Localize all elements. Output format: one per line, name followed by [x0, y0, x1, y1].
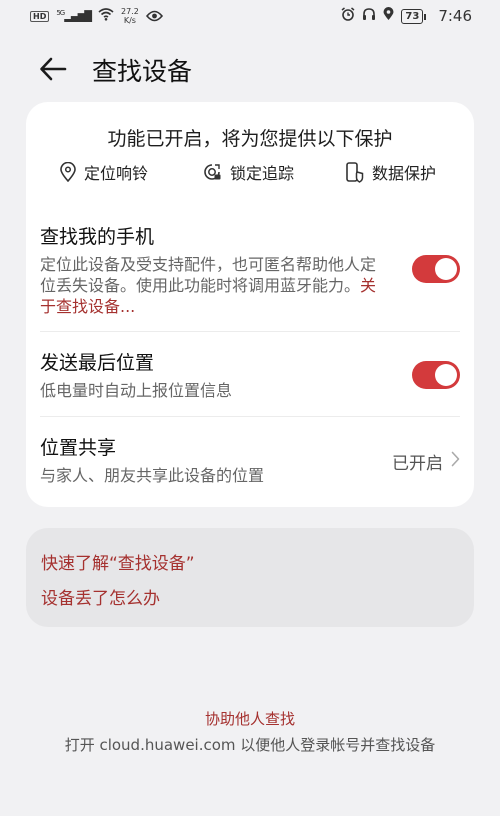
hd-icon: HD [30, 10, 50, 22]
location-share-row[interactable]: 位置共享 与家人、朋友共享此设备的位置 已开启 [40, 433, 460, 489]
location-share-title: 位置共享 [40, 437, 117, 459]
location-share-desc: 与家人、朋友共享此设备的位置 [40, 466, 265, 485]
feature-label: 数据保护 [372, 164, 437, 183]
divider [40, 331, 460, 332]
chevron-right-icon [451, 451, 460, 472]
cloud-note: 打开 cloud.huawei.com 以便他人登录帐号并查找设备 [64, 736, 436, 754]
find-phone-title: 查找我的手机 [40, 226, 155, 248]
location-pin-icon [60, 162, 76, 182]
location-share-status: 已开启 [392, 449, 460, 474]
learn-find-device-link[interactable]: 快速了解“查找设备” [41, 549, 195, 574]
status-right: 73 7:46 [341, 7, 472, 25]
feature-data-protect: 数据保护 [346, 160, 436, 184]
arrow-left-icon [38, 57, 68, 88]
app-header: 查找设备 [0, 42, 500, 98]
feature-locate-ring: 定位响铃 [60, 160, 148, 184]
network-speed: 27.2 K/s [121, 7, 139, 25]
headphones-icon [362, 7, 376, 25]
last-location-row: 发送最后位置 低电量时自动上报位置信息 [40, 348, 460, 404]
find-phone-row: 查找我的手机 定位此设备及受支持配件，也可匿名帮助他人定位丢失设备。使用此功能时… [40, 222, 460, 318]
help-others-find-link[interactable]: 协助他人查找 [0, 708, 500, 729]
toggle-knob [435, 258, 457, 280]
settings-card: 功能已开启，将为您提供以下保护 定位响铃 锁定追踪 数据保护 查找我的手机 定位… [26, 102, 474, 507]
find-phone-toggle[interactable] [412, 255, 460, 283]
clock: 7:46 [438, 7, 472, 25]
status-bar: HD 5G▂▄▆█ 27.2 K/s 73 7:46 [0, 0, 500, 32]
battery-icon: 73 [401, 8, 427, 24]
alarm-icon [341, 7, 355, 25]
signal-type: 5G [56, 9, 65, 18]
feature-lock-track: 锁定追踪 [202, 160, 294, 184]
help-card: 快速了解“查找设备” 设备丢了怎么办 [26, 528, 474, 627]
last-location-desc: 低电量时自动上报位置信息 [40, 381, 233, 400]
speed-unit: K/s [123, 16, 136, 25]
find-phone-desc-text: 定位此设备及受支持配件，也可匿名帮助他人定位丢失设备。使用此功能时将调用蓝牙能力… [40, 255, 377, 295]
page-title: 查找设备 [92, 57, 193, 86]
back-button[interactable] [38, 54, 72, 84]
feature-label: 定位响铃 [84, 164, 149, 183]
location-icon [383, 7, 394, 25]
protection-banner-title: 功能已开启，将为您提供以下保护 [107, 128, 393, 150]
lock-track-icon [202, 162, 222, 182]
lost-device-help-link[interactable]: 设备丢了怎么办 [41, 584, 160, 609]
speed-value: 27.2 [121, 7, 139, 16]
divider [40, 416, 460, 417]
location-share-status-text: 已开启 [392, 454, 443, 474]
feature-list: 定位响铃 锁定追踪 数据保护 [26, 160, 474, 190]
wifi-icon [98, 7, 114, 25]
feature-label: 锁定追踪 [230, 164, 295, 183]
find-phone-desc: 定位此设备及受支持配件，也可匿名帮助他人定位丢失设备。使用此功能时将调用蓝牙能力… [40, 254, 380, 317]
signal-icon: 5G▂▄▆█ [56, 9, 92, 23]
last-location-title: 发送最后位置 [40, 352, 155, 374]
eye-icon [145, 7, 163, 26]
phone-shield-icon [346, 161, 364, 183]
status-left: HD 5G▂▄▆█ 27.2 K/s [30, 7, 163, 26]
toggle-knob [435, 364, 457, 386]
last-location-toggle[interactable] [412, 361, 460, 389]
